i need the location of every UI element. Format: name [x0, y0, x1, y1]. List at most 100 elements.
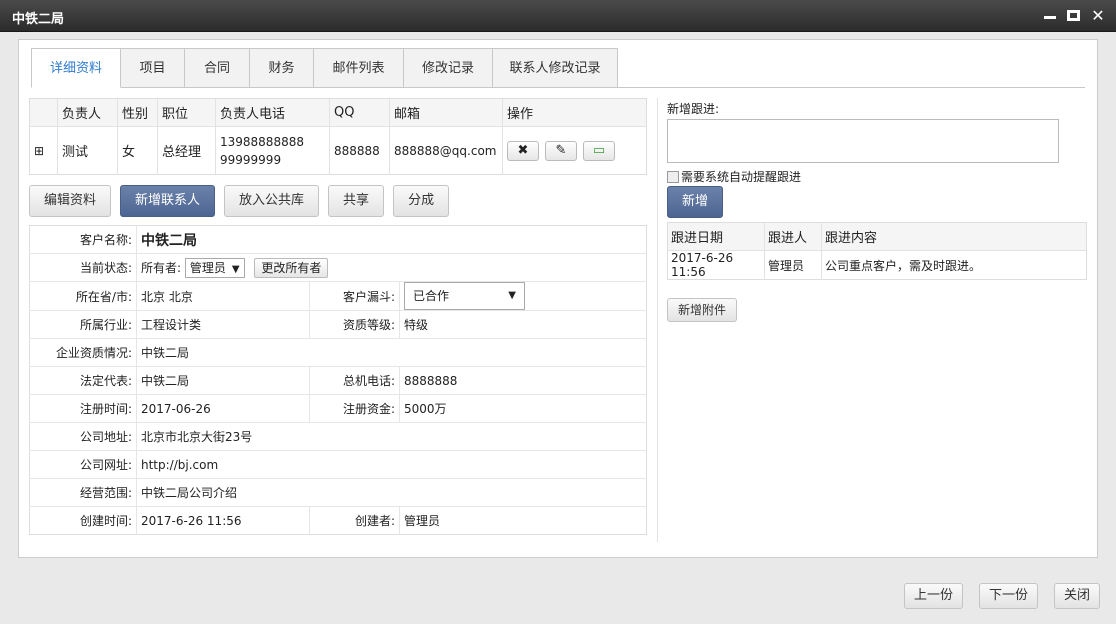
chevron-down-icon: ▼: [231, 263, 240, 275]
creator-value: 管理员: [404, 514, 441, 528]
detail-label: 公司地址:: [29, 422, 137, 451]
remind-label: 需要系统自动提醒跟进: [681, 170, 802, 184]
contact-phone: 13988888888 99999999: [215, 126, 330, 175]
funnel-cell: 已合作 ▼: [399, 281, 647, 311]
tab-contracts[interactable]: 合同: [185, 48, 250, 88]
owner-select[interactable]: 管理员 ▼: [184, 257, 245, 278]
table-row: ⊞ 测试 女 总经理 13988888888 99999999 888888 8…: [29, 126, 647, 175]
reg-time-value: 2017-06-26: [136, 394, 310, 423]
detail-label: 所属行业:: [29, 310, 137, 339]
funnel-value: 已合作: [413, 289, 450, 303]
table-row: 2017-6-26 11:56 管理员 公司重点客户，需及时跟进。: [667, 250, 1087, 280]
owner-label: 所有者:: [141, 260, 182, 275]
scope-value: 中铁二局公司介绍: [136, 478, 647, 507]
share-button[interactable]: 共享: [328, 185, 385, 217]
tab-projects[interactable]: 项目: [121, 48, 185, 88]
created-value: 2017-6-26 11:56: [136, 506, 310, 535]
maximize-icon[interactable]: [1063, 6, 1083, 26]
contacts-header: 负责人电话: [215, 98, 330, 127]
followup-header: 跟进内容: [821, 222, 1087, 251]
contacts-table: 负责人 性别 职位 负责人电话 QQ 邮箱 操作 ⊞ 测试 女 总经理 1398…: [29, 98, 647, 175]
contacts-header: 操作: [502, 98, 647, 127]
tab-finance[interactable]: 财务: [250, 48, 314, 88]
tab-details[interactable]: 详细资料: [31, 48, 121, 88]
contacts-header: 邮箱: [389, 98, 503, 127]
detail-label: 总机电话:: [309, 366, 400, 395]
remind-checkbox[interactable]: [667, 170, 679, 183]
chevron-down-icon: ▼: [508, 290, 516, 301]
detail-label: 注册资金:: [309, 394, 400, 423]
contact-name: 测试: [57, 126, 118, 175]
contact-phone-1: 13988888888: [220, 134, 304, 149]
qualification-value: 特级: [399, 310, 647, 339]
followup-header: 跟进人: [764, 222, 822, 251]
close-icon[interactable]: ✕: [1088, 6, 1108, 26]
contacts-header: QQ: [329, 98, 390, 127]
followup-content: 公司重点客户，需及时跟进。: [825, 258, 982, 273]
close-button[interactable]: 关闭: [1054, 583, 1101, 609]
contacts-header-expand: [29, 98, 58, 127]
window-title: 中铁二局: [12, 12, 65, 27]
move-to-public-button[interactable]: 放入公共库: [224, 185, 320, 217]
edit-icon[interactable]: ✎: [545, 140, 577, 161]
detail-label: 经营范围:: [29, 478, 137, 507]
followup-date: 2017-6-26 11:56: [667, 250, 765, 280]
contacts-header: 职位: [157, 98, 216, 127]
customer-details-table: 客户名称: 中铁二局 当前状态: 所有者: 管理员 ▼ 更改所有者 所在省/市: …: [29, 225, 647, 535]
delete-icon[interactable]: ✖: [507, 140, 539, 161]
expand-icon[interactable]: ⊞: [29, 126, 58, 175]
contact-gender: 女: [117, 126, 158, 175]
split-button[interactable]: 分成: [393, 185, 450, 217]
remind-row: 需要系统自动提醒跟进: [667, 168, 801, 185]
tab-email-list[interactable]: 邮件列表: [314, 48, 404, 88]
action-button-row: 编辑资料 新增联系人 放入公共库 共享 分成: [29, 185, 450, 217]
contact-qq: 888888: [329, 126, 390, 175]
contact-email: 888888@qq.com: [389, 126, 503, 175]
address-value: 北京市北京大街23号: [136, 422, 647, 451]
edit-profile-button[interactable]: 编辑资料: [29, 185, 112, 217]
industry-value: 工程设计类: [136, 310, 310, 339]
detail-label: 创建者:: [309, 506, 400, 535]
tab-contact-modify-log[interactable]: 联系人修改记录: [493, 48, 618, 88]
add-note-icon[interactable]: ▭: [583, 140, 615, 161]
status-cell: 所有者: 管理员 ▼ 更改所有者: [136, 253, 647, 282]
followup-person: 管理员: [764, 250, 822, 280]
minimize-icon[interactable]: [1040, 6, 1060, 26]
detail-label: 企业资质情况:: [29, 338, 137, 367]
tab-modify-log[interactable]: 修改记录: [404, 48, 493, 88]
panel-divider: [657, 98, 658, 542]
prev-button[interactable]: 上一份: [904, 583, 964, 609]
add-followup-button[interactable]: 新增: [667, 186, 724, 218]
tab-bar: 详细资料 项目 合同 财务 邮件列表 修改记录 联系人修改记录: [31, 48, 1085, 88]
add-attachment-button[interactable]: 新增附件: [667, 298, 738, 322]
enterprise-value: 中铁二局: [136, 338, 647, 367]
owner-value: 管理员: [189, 260, 226, 275]
detail-label: 当前状态:: [29, 253, 137, 282]
contacts-header: 负责人: [57, 98, 118, 127]
contact-position: 总经理: [157, 126, 216, 175]
detail-label: 公司网址:: [29, 450, 137, 479]
window-titlebar: 中铁二局 ✕: [0, 0, 1116, 32]
add-contact-button[interactable]: 新增联系人: [120, 185, 216, 217]
contacts-header: 性别: [117, 98, 158, 127]
funnel-select[interactable]: 已合作 ▼: [404, 282, 525, 310]
detail-label: 客户名称:: [29, 225, 137, 254]
change-owner-button[interactable]: 更改所有者: [254, 257, 329, 278]
detail-label: 创建时间:: [29, 506, 137, 535]
next-button[interactable]: 下一份: [979, 583, 1039, 609]
legal-value: 中铁二局: [136, 366, 310, 395]
detail-label: 资质等级:: [309, 310, 400, 339]
followup-panel: 新增跟进: 需要系统自动提醒跟进 新增 跟进日期 跟进人 跟进内容 2017-6…: [667, 100, 1087, 322]
customer-name: 中铁二局: [136, 225, 647, 254]
switchboard-value: 8888888: [399, 366, 647, 395]
followup-label: 新增跟进:: [667, 102, 720, 116]
contact-actions: ✖ ✎ ▭: [503, 127, 647, 175]
detail-label: 所在省/市:: [29, 281, 137, 311]
followup-table: 跟进日期 跟进人 跟进内容 2017-6-26 11:56 管理员 公司重点客户…: [667, 222, 1087, 280]
followup-header: 跟进日期: [667, 222, 765, 251]
detail-label: 法定代表:: [29, 366, 137, 395]
province-value: 北京 北京: [136, 281, 310, 311]
contact-phone-2: 99999999: [220, 152, 282, 167]
detail-label: 注册时间:: [29, 394, 137, 423]
followup-textarea[interactable]: [667, 119, 1059, 163]
